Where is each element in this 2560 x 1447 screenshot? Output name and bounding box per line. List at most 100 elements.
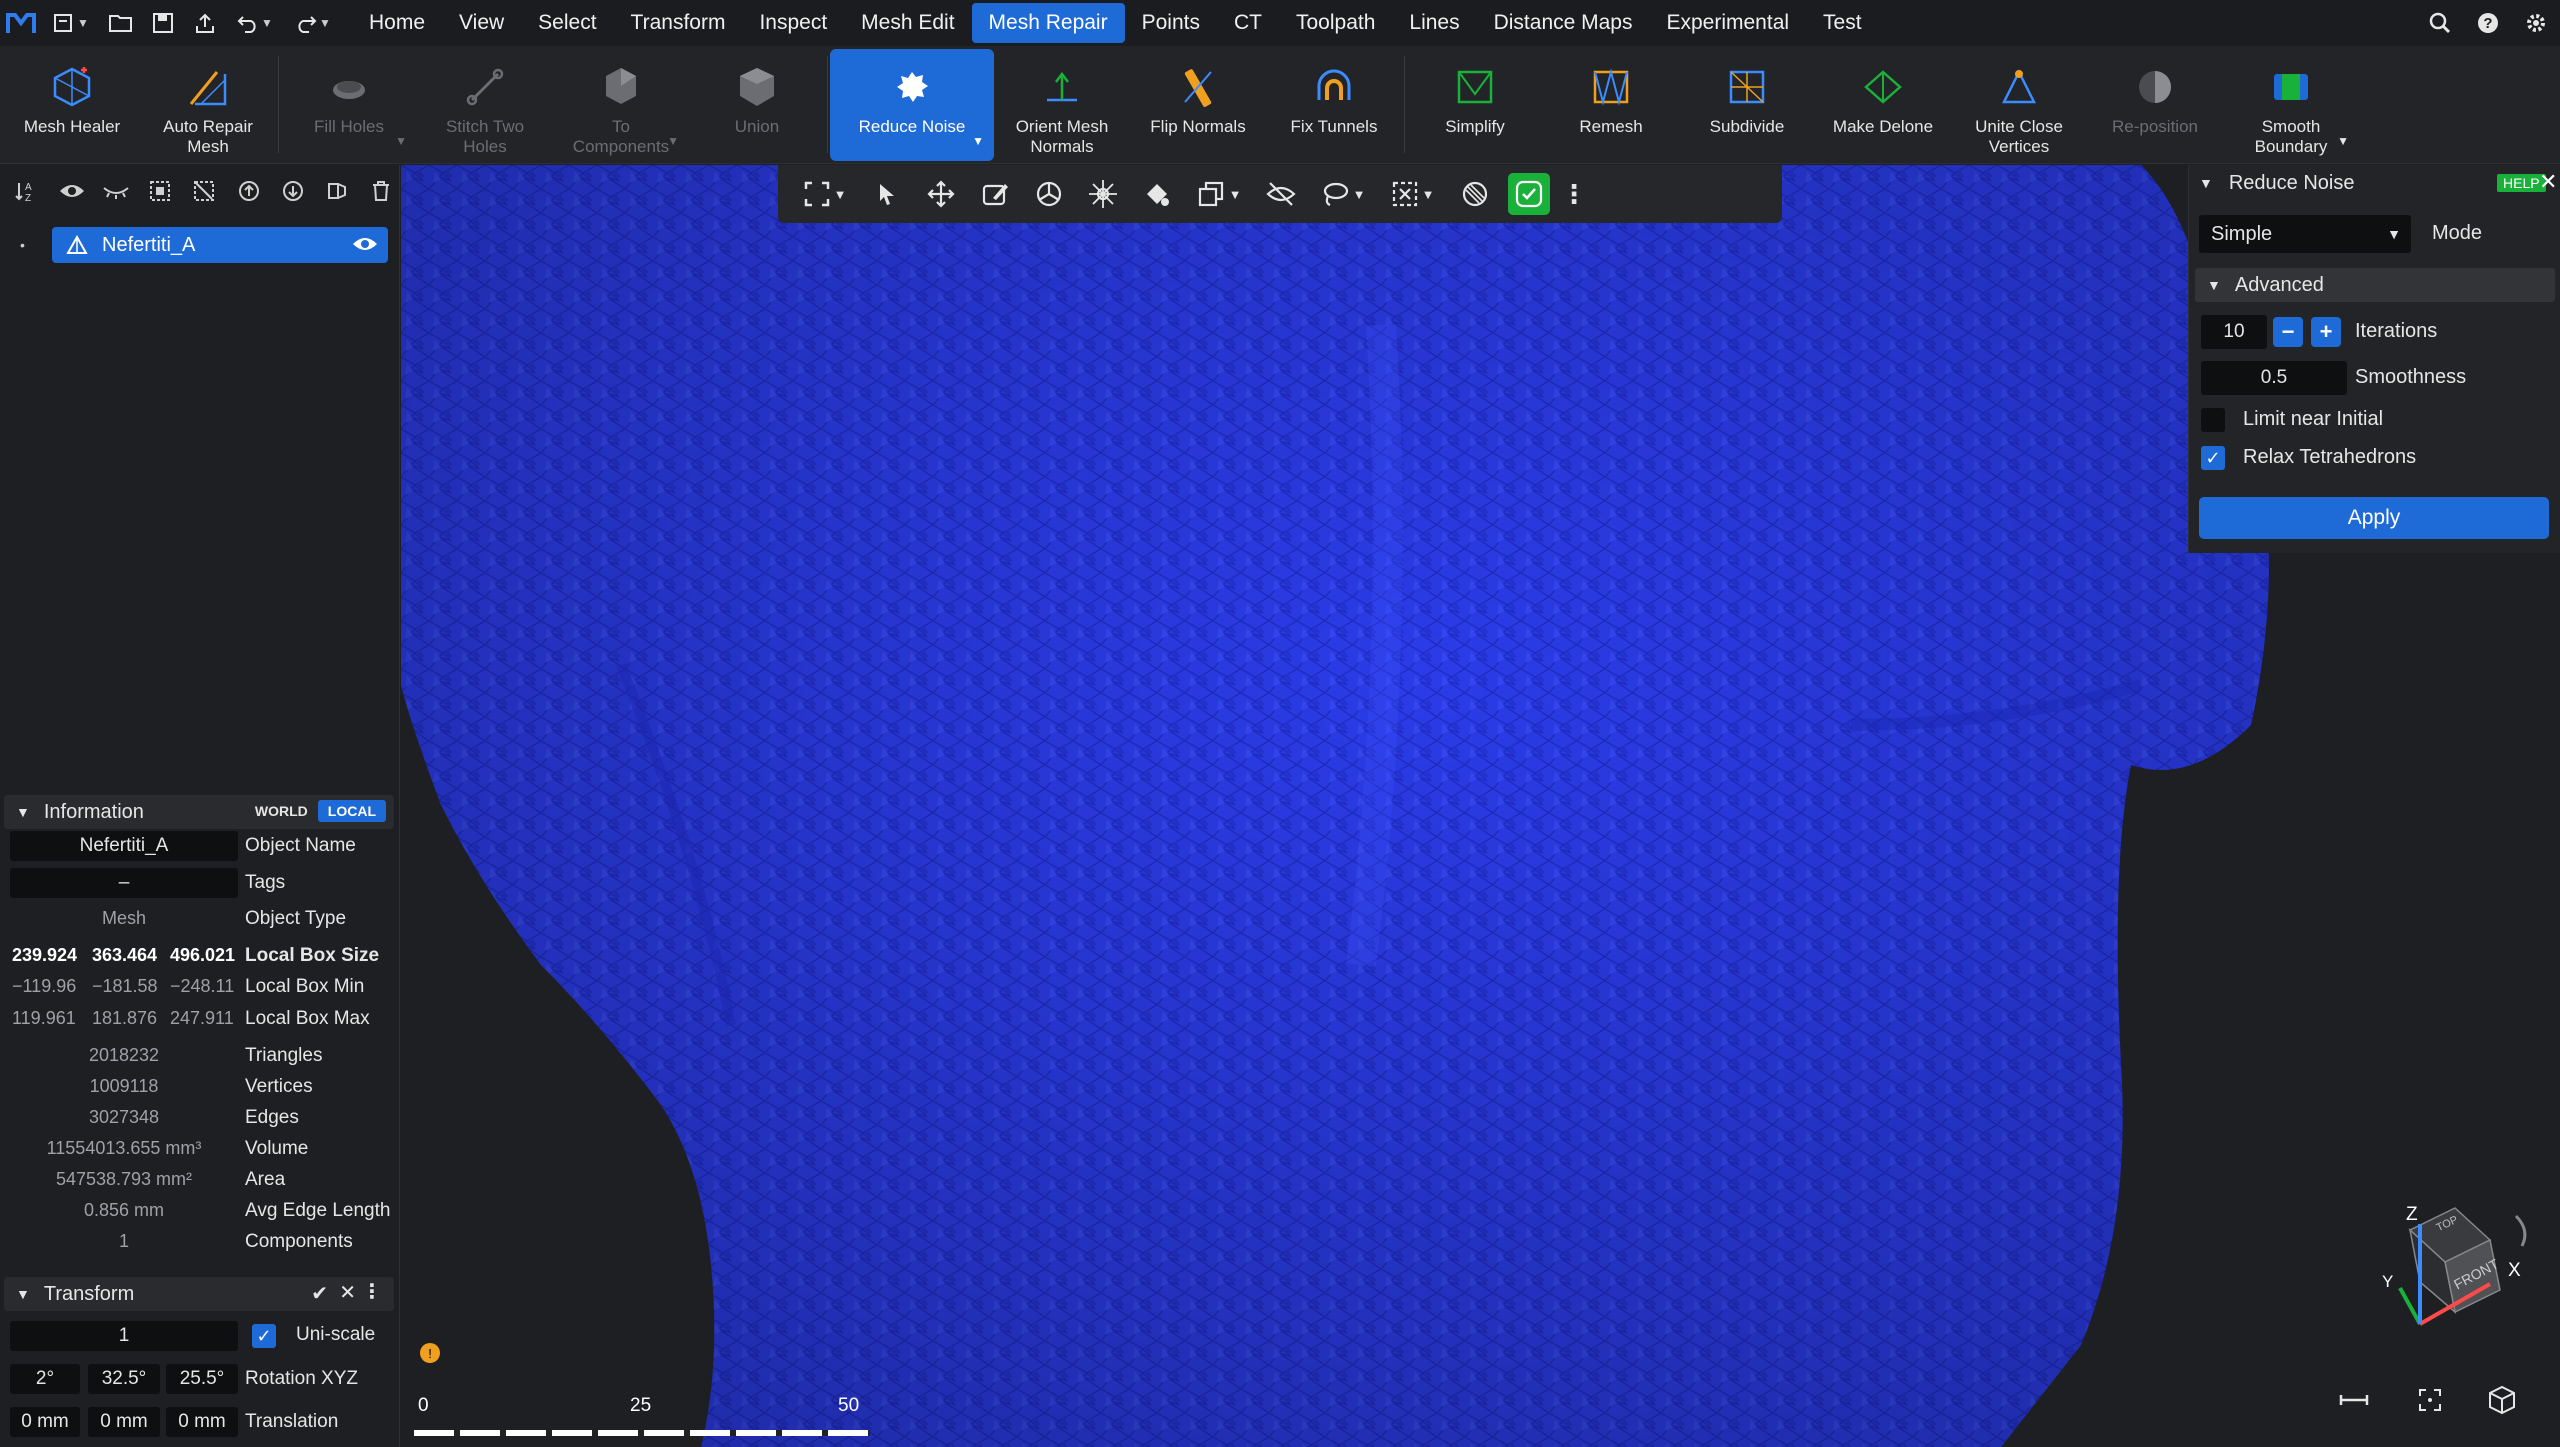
more-vertical-icon[interactable]: ⋮	[1554, 171, 1594, 217]
view-cube-gizmo[interactable]: TOP FRONT X Y Z	[2340, 1200, 2540, 1340]
fit-view-icon[interactable]: ▼	[792, 171, 858, 217]
relax-tetrahedrons-checkbox[interactable]: ✓	[2201, 446, 2225, 470]
tab-distance-maps[interactable]: Distance Maps	[1477, 3, 1650, 43]
tab-mesh-edit[interactable]: Mesh Edit	[844, 3, 971, 43]
stitch-two-holes-button[interactable]: Stitch Two Holes	[417, 49, 553, 161]
tab-view[interactable]: View	[442, 3, 521, 43]
visibility-eye-icon[interactable]	[352, 235, 378, 259]
close-icon[interactable]: ✕	[339, 1280, 356, 1305]
tab-transform[interactable]: Transform	[614, 3, 743, 43]
unite-close-vertices-button[interactable]: Unite Close Vertices	[1951, 49, 2087, 161]
fix-tunnels-button[interactable]: Fix Tunnels	[1266, 49, 1402, 161]
translation-y-field[interactable]: 0 mm	[88, 1407, 160, 1437]
paint-bucket-icon[interactable]	[1132, 171, 1182, 217]
make-delone-button[interactable]: Make Delone	[1815, 49, 1951, 161]
logo-icon[interactable]	[0, 0, 42, 46]
advanced-section-header[interactable]: ▼ Advanced	[2195, 268, 2555, 302]
app-menu-icon[interactable]: ▼	[42, 0, 100, 46]
local-button[interactable]: LOCAL	[317, 800, 386, 822]
help-icon[interactable]: ?	[2464, 0, 2512, 46]
union-button[interactable]: Union	[689, 49, 825, 161]
move-up-icon[interactable]	[231, 173, 267, 210]
reposition-button[interactable]: Re-position	[2087, 49, 2223, 161]
scene-object-row[interactable]: Nefertiti_A	[52, 227, 388, 263]
tab-toolpath[interactable]: Toolpath	[1279, 3, 1392, 43]
auto-repair-mesh-button[interactable]: Auto Repair Mesh	[140, 49, 276, 161]
hide-eye-icon[interactable]	[98, 173, 134, 210]
tab-home[interactable]: Home	[352, 3, 442, 43]
remesh-button[interactable]: Remesh	[1543, 49, 1679, 161]
notification-icon[interactable]: !	[420, 1343, 440, 1363]
apply-check-icon[interactable]: ✔	[311, 1281, 328, 1306]
delete-icon[interactable]	[363, 173, 399, 210]
layers-icon[interactable]: ▼	[1186, 171, 1252, 217]
redo-icon[interactable]: ▼	[284, 0, 342, 46]
confirm-check-icon[interactable]	[1508, 173, 1550, 215]
search-icon[interactable]	[2416, 0, 2464, 46]
mode-dropdown[interactable]: Simple ▼	[2199, 215, 2411, 253]
reduce-noise-button[interactable]: Reduce Noise ▼	[830, 49, 994, 161]
select-cursor-icon[interactable]	[862, 171, 912, 217]
chevron-down-icon[interactable]: ▼	[2337, 131, 2349, 151]
view-cube-icon[interactable]	[2482, 1380, 2522, 1420]
show-eye-icon[interactable]	[54, 173, 90, 210]
subdivide-button[interactable]: Subdivide	[1679, 49, 1815, 161]
focus-center-icon[interactable]	[2410, 1380, 2450, 1420]
rotation-x-field[interactable]: 2°	[10, 1364, 80, 1394]
ruler-measure-icon[interactable]	[2334, 1380, 2374, 1420]
mesh-healer-button[interactable]: Mesh Healer	[4, 49, 140, 161]
apply-button[interactable]: Apply	[2199, 497, 2549, 539]
fill-holes-button[interactable]: Fill Holes ▼	[281, 49, 417, 161]
settings-gear-icon[interactable]	[2512, 0, 2560, 46]
to-components-button[interactable]: To Components ▼	[553, 49, 689, 161]
close-icon[interactable]: ✕	[2539, 169, 2557, 195]
select-all-icon[interactable]	[142, 173, 178, 210]
rotation-y-field[interactable]: 32.5°	[88, 1364, 160, 1394]
plus-icon[interactable]: +	[2311, 317, 2341, 347]
move-down-icon[interactable]	[275, 173, 311, 210]
limit-near-initial-checkbox[interactable]	[2201, 408, 2225, 432]
deselect-icon[interactable]	[186, 173, 222, 210]
hide-tool-icon[interactable]	[1256, 171, 1306, 217]
tab-inspect[interactable]: Inspect	[742, 3, 844, 43]
save-icon[interactable]	[142, 0, 184, 46]
world-button[interactable]: WORLD	[245, 800, 318, 822]
undo-icon[interactable]: ▼	[226, 0, 284, 46]
orbit-icon[interactable]	[1024, 171, 1074, 217]
iterations-field[interactable]: 10	[2201, 315, 2267, 349]
mirror-icon[interactable]	[319, 173, 355, 210]
chevron-down-icon[interactable]: ▼	[667, 131, 679, 151]
information-section-header[interactable]: ▼ Information WORLD LOCAL	[4, 795, 394, 829]
simplify-button[interactable]: Simplify	[1407, 49, 1543, 161]
gyro-icon[interactable]	[1078, 171, 1128, 217]
tab-test[interactable]: Test	[1806, 3, 1879, 43]
smooth-boundary-button[interactable]: Smooth Boundary ▼	[2223, 49, 2359, 161]
orient-mesh-normals-button[interactable]: Orient Mesh Normals	[994, 49, 1130, 161]
minus-icon[interactable]: −	[2273, 317, 2303, 347]
box-select-icon[interactable]: ▼	[1380, 171, 1446, 217]
tab-mesh-repair[interactable]: Mesh Repair	[971, 3, 1125, 43]
rotation-z-field[interactable]: 25.5°	[166, 1364, 238, 1394]
chevron-down-icon[interactable]: ▼	[972, 131, 984, 151]
scale-field[interactable]: 1	[10, 1321, 238, 1351]
sort-icon[interactable]: AZ	[10, 173, 46, 210]
pencil-edit-icon[interactable]	[970, 171, 1020, 217]
tab-experimental[interactable]: Experimental	[1649, 3, 1806, 43]
transform-section-header[interactable]: ▼ Transform ✔ ✕ ⋮	[4, 1277, 394, 1311]
tab-select[interactable]: Select	[521, 3, 613, 43]
tab-ct[interactable]: CT	[1217, 3, 1279, 43]
move-icon[interactable]	[916, 171, 966, 217]
no-symbol-icon[interactable]	[1450, 171, 1500, 217]
tab-points[interactable]: Points	[1125, 3, 1217, 43]
tags-field[interactable]: –	[10, 868, 238, 898]
open-folder-icon[interactable]	[100, 0, 142, 46]
translation-x-field[interactable]: 0 mm	[10, 1407, 80, 1437]
translation-z-field[interactable]: 0 mm	[166, 1407, 238, 1437]
lasso-icon[interactable]: ▼	[1310, 171, 1376, 217]
more-vertical-icon[interactable]: ⋮	[362, 1279, 382, 1304]
flip-normals-button[interactable]: Flip Normals	[1130, 49, 1266, 161]
chevron-down-icon[interactable]: ▼	[395, 131, 407, 151]
smoothness-field[interactable]: 0.5	[2201, 361, 2347, 395]
export-icon[interactable]	[184, 0, 226, 46]
object-name-field[interactable]: Nefertiti_A	[10, 831, 238, 861]
